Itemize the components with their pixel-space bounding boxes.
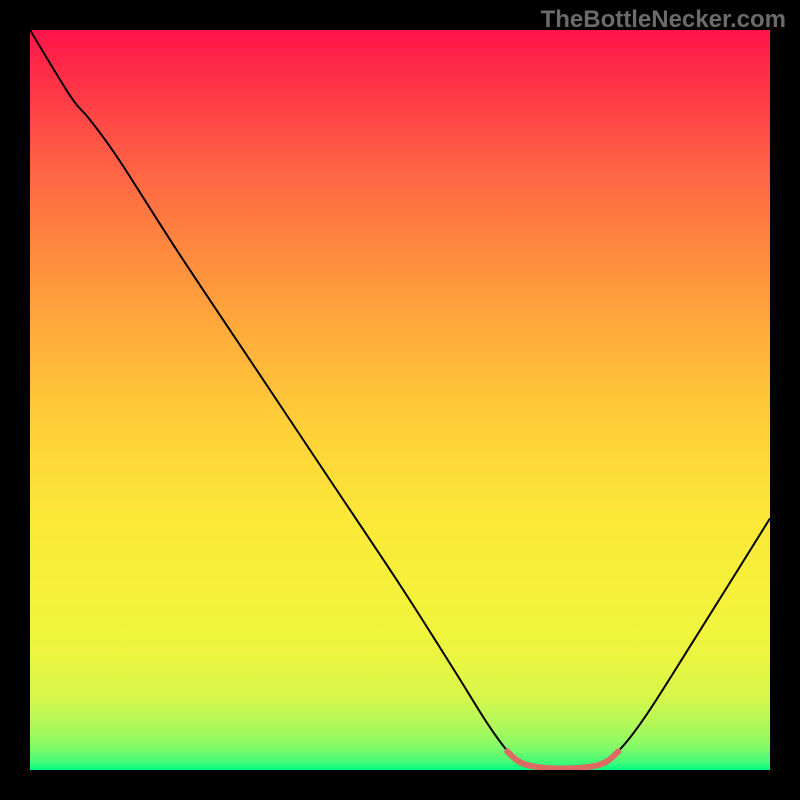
chart-container: TheBottleNecker.com [0,0,800,800]
optimal-range-highlight [507,752,618,769]
attribution-text: TheBottleNecker.com [541,6,786,34]
bottleneck-curve [30,30,770,770]
plot-area [30,30,770,770]
curve-svg [30,30,770,770]
